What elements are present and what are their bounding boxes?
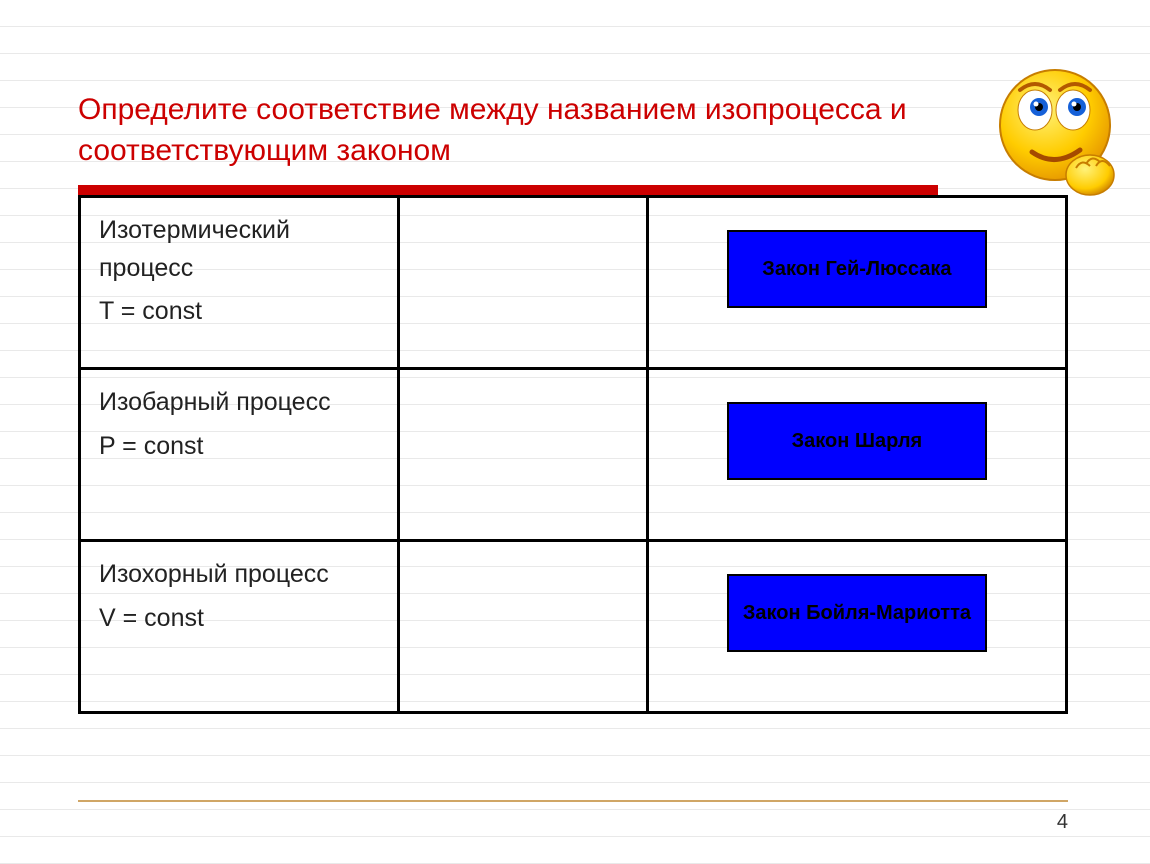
table-row: Изохорный процесс V = const Закон Бойля-… bbox=[80, 541, 1067, 713]
slide-content: Определите соответствие между названием … bbox=[0, 0, 1150, 864]
law-tile[interactable]: Закон Шарля bbox=[727, 402, 987, 480]
table-row: Изотермический процесс T = const Закон Г… bbox=[80, 197, 1067, 369]
slide-title: Определите соответствие между названием … bbox=[78, 90, 958, 171]
match-table: Изотермический процесс T = const Закон Г… bbox=[78, 195, 1068, 714]
drop-target-cell[interactable] bbox=[399, 369, 648, 541]
law-tile[interactable]: Закон Гей-Люссака bbox=[727, 230, 987, 308]
process-name: Изотермический процесс bbox=[99, 212, 379, 287]
thinking-smiley-icon bbox=[990, 60, 1130, 210]
process-cell: Изобарный процесс P = const bbox=[80, 369, 399, 541]
page-number: 4 bbox=[1057, 811, 1068, 834]
footer-rule bbox=[78, 800, 1068, 802]
process-name: Изобарный процесс bbox=[99, 384, 379, 422]
law-cell: Закон Бойля-Мариотта bbox=[647, 541, 1066, 713]
drop-target-cell[interactable] bbox=[399, 197, 648, 369]
process-formula: V = const bbox=[99, 600, 379, 638]
process-cell: Изотермический процесс T = const bbox=[80, 197, 399, 369]
process-cell: Изохорный процесс V = const bbox=[80, 541, 399, 713]
process-name: Изохорный процесс bbox=[99, 556, 379, 594]
drop-target-cell[interactable] bbox=[399, 541, 648, 713]
law-cell: Закон Гей-Люссака bbox=[647, 197, 1066, 369]
law-cell: Закон Шарля bbox=[647, 369, 1066, 541]
process-formula: P = const bbox=[99, 428, 379, 466]
process-formula: T = const bbox=[99, 293, 379, 331]
table-row: Изобарный процесс P = const Закон Шарля bbox=[80, 369, 1067, 541]
law-tile[interactable]: Закон Бойля-Мариотта bbox=[727, 574, 987, 652]
title-underline bbox=[78, 185, 938, 195]
